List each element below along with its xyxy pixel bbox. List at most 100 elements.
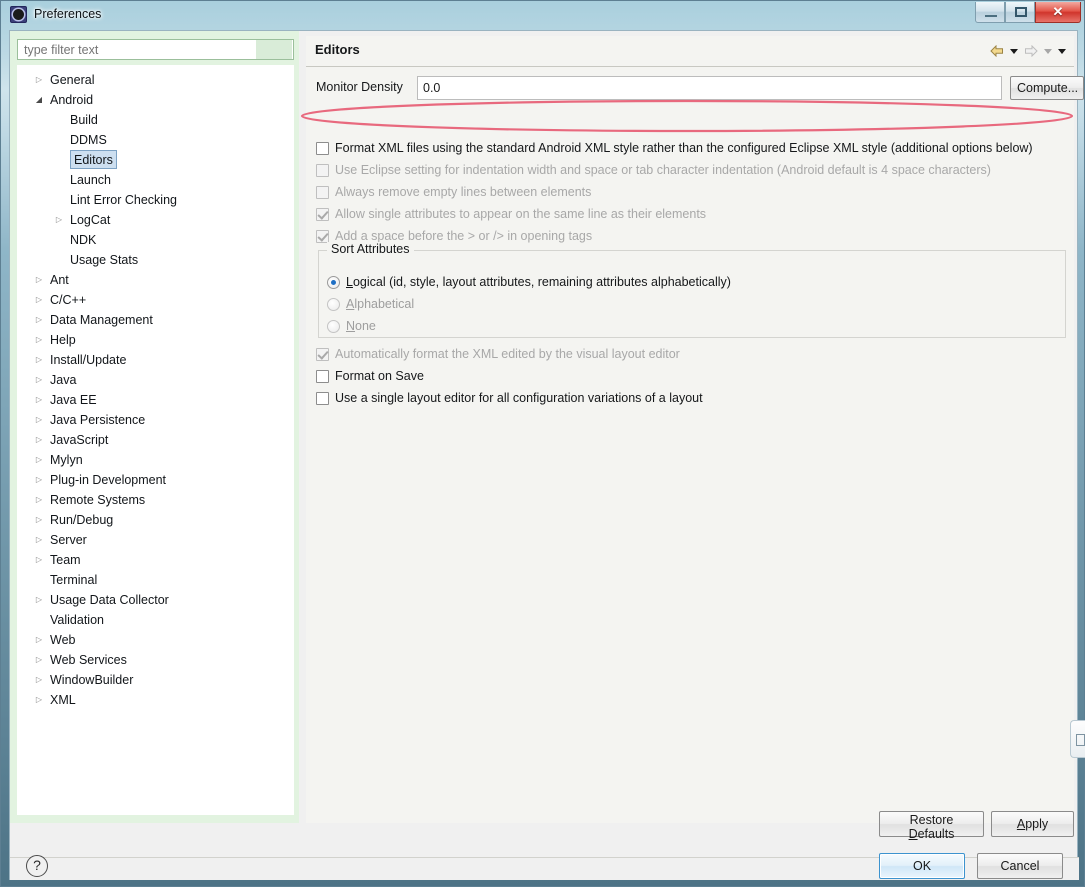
chevron-right-icon[interactable]: ▷ [32, 390, 46, 410]
tree-item-run-debug[interactable]: ▷ Run/Debug [18, 510, 293, 530]
radio-row[interactable]: Alphabetical [327, 293, 414, 315]
checkbox-icon [316, 347, 329, 361]
radio-row[interactable]: Logical (id, style, layout attributes, r… [327, 271, 731, 293]
help-icon[interactable]: ? [26, 855, 48, 877]
tree-item-data-management[interactable]: ▷ Data Management [18, 310, 293, 330]
chevron-right-icon[interactable]: ▷ [32, 690, 46, 710]
tree-item-label: Editors [70, 150, 117, 169]
tree-item-server[interactable]: ▷ Server [18, 530, 293, 550]
tree-item-help[interactable]: ▷ Help [18, 330, 293, 350]
tree-item-ant[interactable]: ▷ Ant [18, 270, 293, 290]
radio-icon[interactable] [327, 297, 340, 311]
radio-label: None [346, 319, 376, 333]
chevron-right-icon[interactable]: ▷ [32, 270, 46, 290]
tree-item-logcat[interactable]: ▷ LogCat [18, 210, 293, 230]
header-divider [306, 66, 1074, 67]
radio-icon[interactable] [327, 275, 340, 289]
chevron-right-icon[interactable]: ▷ [32, 530, 46, 550]
tree-item-lint-error-checking[interactable]: Lint Error Checking [18, 190, 293, 210]
chevron-right-icon[interactable]: ▷ [32, 290, 46, 310]
tree-item-java[interactable]: ▷ Java [18, 370, 293, 390]
window-title-bar[interactable]: Preferences ✕ [1, 1, 1085, 30]
checkbox-row[interactable]: Format on Save [316, 365, 424, 387]
filter-box[interactable] [17, 39, 294, 60]
back-arrow-icon[interactable] [988, 42, 1006, 60]
tree-item-c-c[interactable]: ▷ C/C++ [18, 290, 293, 310]
tree-item-label: Remote Systems [50, 493, 146, 507]
checkbox-row[interactable]: Format XML files using the standard Andr… [316, 137, 1033, 159]
chevron-right-icon[interactable]: ▷ [32, 650, 46, 670]
chevron-right-icon[interactable]: ▷ [32, 630, 46, 650]
tree-item-remote-systems[interactable]: ▷ Remote Systems [18, 490, 293, 510]
view-menu-dropdown-icon[interactable] [1056, 43, 1068, 59]
chevron-right-icon[interactable]: ▷ [32, 330, 46, 350]
apply-button[interactable]: Apply [991, 811, 1074, 837]
checkbox-row[interactable]: Use a single layout editor for all confi… [316, 387, 703, 409]
radio-row[interactable]: None [327, 315, 376, 337]
editors-preference-page: Editors Monitor Density 0.0 Compute... F… [306, 36, 1084, 823]
chevron-right-icon[interactable]: ▷ [32, 470, 46, 490]
radio-icon[interactable] [327, 319, 340, 333]
chevron-right-icon[interactable]: ▷ [32, 590, 46, 610]
tree-item-ddms[interactable]: DDMS [18, 130, 293, 150]
tree-item-mylyn[interactable]: ▷ Mylyn [18, 450, 293, 470]
tree-item-java-persistence[interactable]: ▷ Java Persistence [18, 410, 293, 430]
tree-item-android[interactable]: ◢ Android [18, 90, 293, 110]
tree-item-team[interactable]: ▷ Team [18, 550, 293, 570]
clear-filter-button[interactable] [256, 40, 292, 59]
tree-item-label: Mylyn [50, 453, 83, 467]
chevron-right-icon[interactable]: ▷ [32, 310, 46, 330]
chevron-right-icon[interactable]: ▷ [32, 410, 46, 430]
tree-item-ndk[interactable]: NDK [18, 230, 293, 250]
tree-item-usage-data-collector[interactable]: ▷ Usage Data Collector [18, 590, 293, 610]
preferences-tree[interactable]: ▷ General ◢ Android Build DDMS Editors Launch Li… [17, 65, 294, 815]
monitor-density-input[interactable] [417, 76, 1002, 100]
tree-item-windowbuilder[interactable]: ▷ WindowBuilder [18, 670, 293, 690]
tree-item-plug-in-development[interactable]: ▷ Plug-in Development [18, 470, 293, 490]
chevron-right-icon[interactable]: ▷ [32, 350, 46, 370]
chevron-right-icon[interactable]: ▷ [32, 670, 46, 690]
back-history-dropdown-icon[interactable] [1008, 43, 1020, 59]
tree-item-label: Validation [50, 613, 104, 627]
tree-item-label: Usage Stats [70, 253, 139, 267]
checkbox-icon[interactable] [316, 141, 329, 155]
ok-button[interactable]: OK [879, 853, 965, 879]
tree-item-build[interactable]: Build [18, 110, 293, 130]
chevron-right-icon[interactable]: ▷ [32, 550, 46, 570]
checkbox-icon[interactable] [316, 391, 329, 405]
chevron-down-icon[interactable]: ◢ [32, 90, 46, 110]
chevron-right-icon[interactable]: ▷ [32, 490, 46, 510]
tree-item-javascript[interactable]: ▷ JavaScript [18, 430, 293, 450]
restore-defaults-button[interactable]: Restore Defaults [879, 811, 984, 841]
compute-button[interactable]: Compute... [1010, 76, 1084, 100]
minimize-button[interactable] [975, 2, 1005, 23]
tree-item-usage-stats[interactable]: Usage Stats [18, 250, 293, 270]
tree-item-web[interactable]: ▷ Web [18, 630, 293, 650]
chevron-right-icon[interactable]: ▷ [32, 370, 46, 390]
tree-item-editors[interactable]: Editors [18, 150, 293, 170]
tree-item-launch[interactable]: Launch [18, 170, 293, 190]
search-input[interactable] [18, 40, 256, 59]
chevron-right-icon[interactable]: ▷ [32, 510, 46, 530]
tree-item-validation[interactable]: Validation [18, 610, 293, 630]
checkbox-icon[interactable] [316, 369, 329, 383]
chevron-right-icon[interactable]: ▷ [32, 450, 46, 470]
chevron-right-icon[interactable]: ▷ [32, 70, 46, 90]
tree-item-general[interactable]: ▷ General [18, 70, 293, 90]
maximize-icon [1015, 7, 1027, 17]
tree-item-terminal[interactable]: Terminal [18, 570, 293, 590]
tree-item-label: Java EE [50, 393, 97, 407]
resize-grip-widget[interactable] [1070, 720, 1085, 758]
tree-item-install-update[interactable]: ▷ Install/Update [18, 350, 293, 370]
tree-item-web-services[interactable]: ▷ Web Services [18, 650, 293, 670]
tree-item-java-ee[interactable]: ▷ Java EE [18, 390, 293, 410]
tree-item-xml[interactable]: ▷ XML [18, 690, 293, 710]
sort-attributes-group: Sort Attributes Logical (id, style, layo… [318, 242, 1066, 338]
maximize-button[interactable] [1005, 2, 1035, 23]
chevron-right-icon[interactable]: ▷ [52, 210, 66, 230]
close-button[interactable]: ✕ [1035, 2, 1081, 23]
cancel-button[interactable]: Cancel [977, 853, 1063, 879]
tree-item-label: Help [50, 333, 76, 347]
chevron-right-icon[interactable]: ▷ [32, 430, 46, 450]
tree-item-label: Ant [50, 273, 69, 287]
